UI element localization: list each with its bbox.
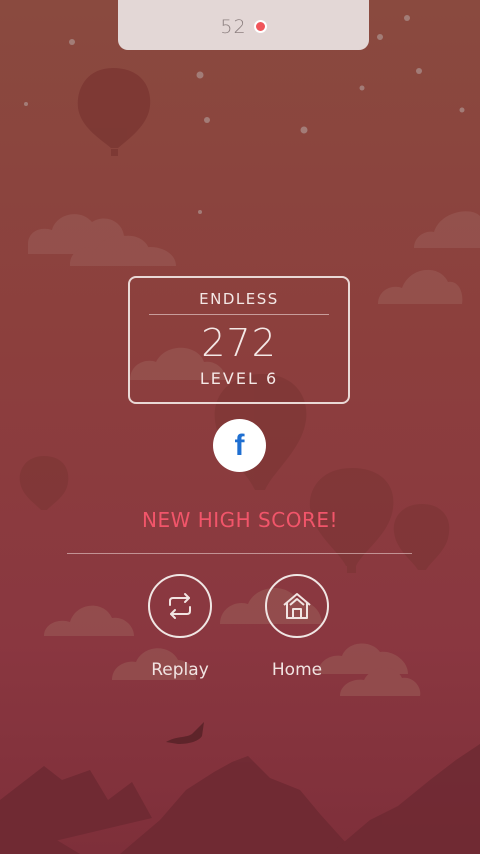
score-card: ENDLESS 272 LEVEL 6 (128, 276, 350, 404)
result-divider (67, 553, 412, 554)
coin-icon (253, 20, 267, 33)
score-divider (149, 314, 329, 315)
home-icon (283, 593, 311, 619)
level-label: LEVEL 6 (199, 369, 279, 388)
coin-count: 52 (220, 16, 247, 38)
new-high-score-message: NEW HIGH SCORE! (141, 508, 338, 532)
replay-icon (169, 593, 191, 619)
game-mode-label: ENDLESS (199, 290, 279, 308)
facebook-icon: f (234, 428, 245, 462)
final-score: 272 (201, 321, 277, 365)
facebook-share-button[interactable]: f (213, 419, 266, 472)
coin-panel: 52 (118, 0, 369, 50)
home-label[interactable]: Home (247, 660, 347, 680)
replay-button[interactable] (148, 574, 212, 638)
replay-label[interactable]: Replay (130, 660, 230, 680)
home-button[interactable] (265, 574, 329, 638)
bird-silhouette (166, 722, 204, 744)
